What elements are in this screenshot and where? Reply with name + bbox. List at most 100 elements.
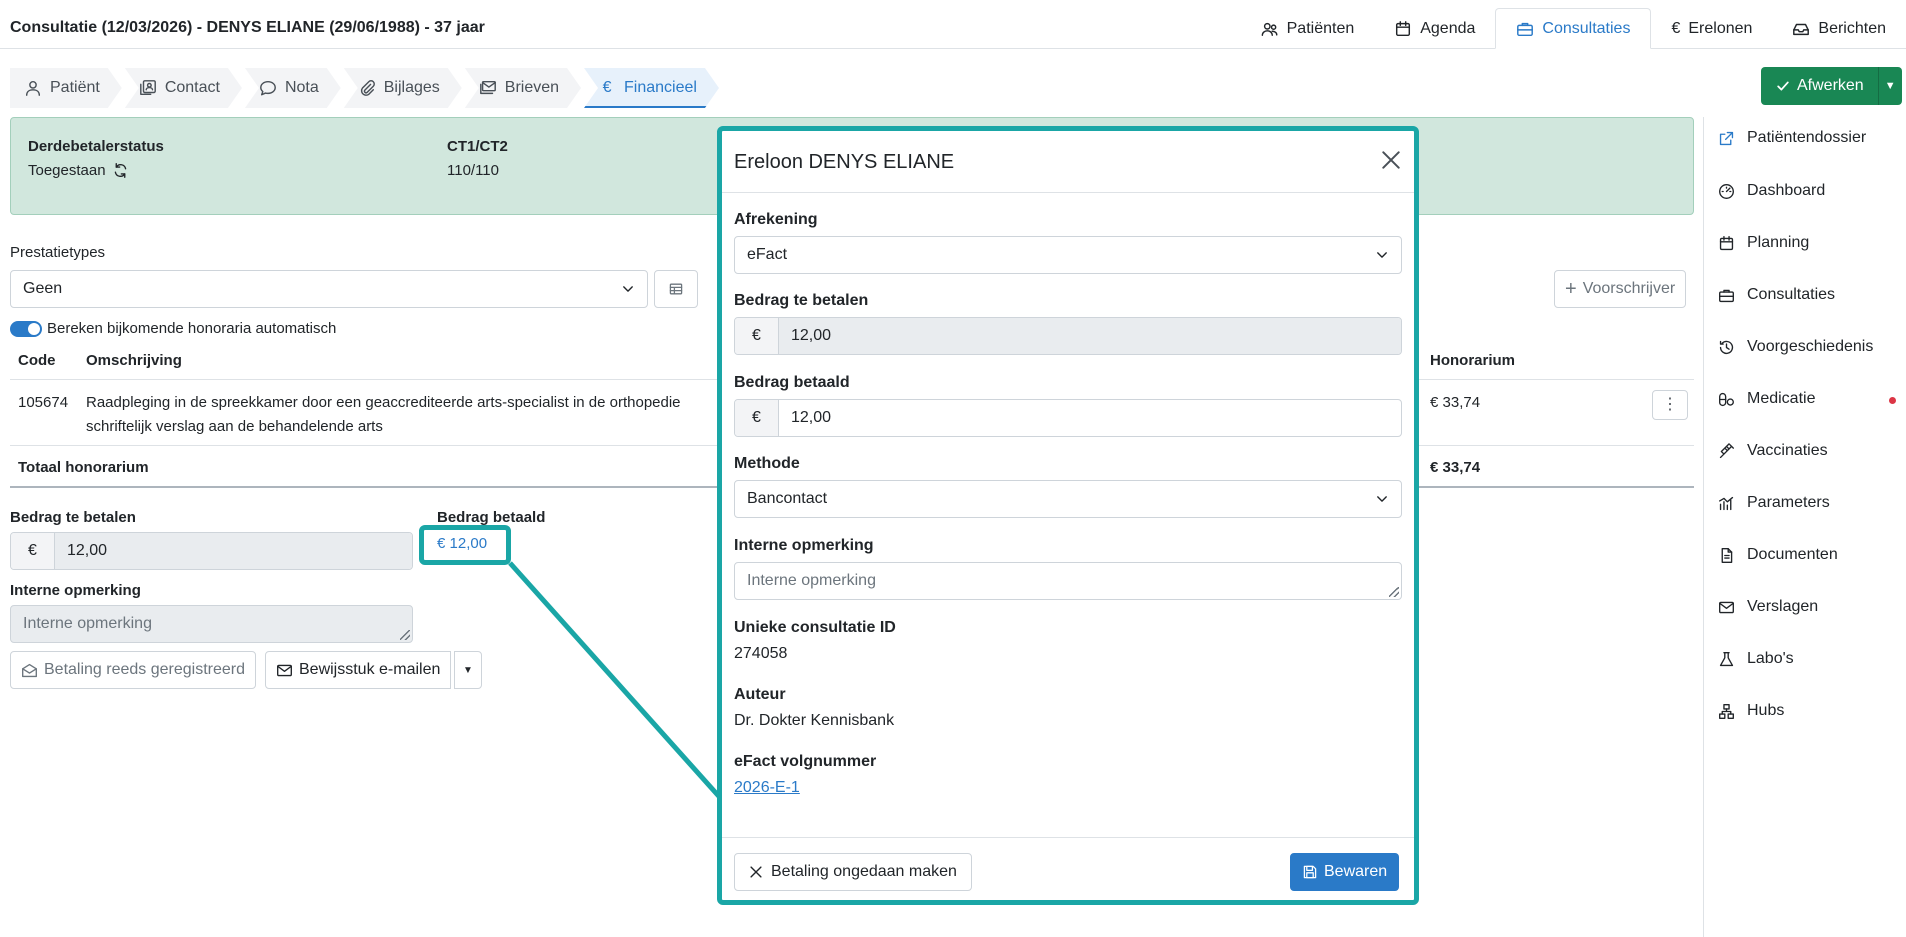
users-icon [1261,22,1278,36]
afwerken-label: Afwerken [1797,77,1864,94]
sidebar-item-dashboard[interactable]: Dashboard [1718,182,1825,200]
sidebar-item-label: Labo's [1747,650,1794,667]
sidebar-item-patientendossier[interactable]: Patiëntendossier [1718,129,1866,147]
sidebar-item-labos[interactable]: Labo's [1718,650,1794,668]
te-betalen-input[interactable]: € 12,00 [10,532,413,570]
prestatietypes-label: Prestatietypes [10,244,106,261]
caret-down-icon: ▼ [1884,80,1896,92]
caret-down-icon: ▼ [463,664,473,676]
page-title: Consultatie (12/03/2026) - DENYS ELIANE … [10,19,485,36]
close-icon[interactable] [1380,149,1402,171]
col-header-code: Code [18,352,56,369]
betaling-reeds-button[interactable]: Betaling reeds geregistreerd [10,651,257,689]
auto-honoraria-toggle[interactable] [10,321,42,337]
topnav-berichten[interactable]: Berichten [1772,8,1906,49]
calendar-icon [1719,235,1734,250]
tab-contact[interactable]: Contact [125,68,242,108]
efact-volgnummer-link[interactable]: 2026-E-1 [734,779,800,797]
total-label: Totaal honorarium [18,459,149,476]
row-actions-button[interactable]: ⋮ [1652,390,1688,420]
afwerken-dropdown-toggle[interactable]: ▼ [1877,67,1902,105]
sidebar-item-medicatie[interactable]: Medicatie [1718,390,1898,408]
sidebar-item-vaccinaties[interactable]: Vaccinaties [1718,442,1828,460]
briefcase-icon [1719,289,1734,302]
sidebar-item-label: Hubs [1747,702,1785,719]
modal-betaald-value: 12,00 [791,409,832,426]
row-omschrijving-line2: schriftelijk verslag aan de behandelende… [86,418,383,435]
modal-opmerking-label: Interne opmerking [734,537,874,554]
methode-value: Bancontact [747,490,828,507]
euro-icon: € [1671,19,1681,37]
modal-betaald-input[interactable]: € 12,00 [734,399,1402,437]
tab-brieven[interactable]: Brieven [465,68,581,108]
topnav-agenda[interactable]: Agenda [1374,8,1495,49]
ereloon-modal: Ereloon DENYS ELIANE Afrekening eFact Be… [717,126,1419,905]
save-icon [1303,865,1317,879]
prestatietypes-select[interactable]: Geen [10,270,648,308]
briefcase-icon [1517,22,1534,36]
modal-header: Ereloon DENYS ELIANE [722,131,1414,193]
refresh-icon[interactable] [112,162,129,179]
col-header-omschrijving: Omschrijving [86,352,182,369]
voorschrijver-label: Voorschrijver [1582,280,1676,297]
afrekening-value: eFact [747,246,788,263]
row-honorarium: € 33,74 [1430,394,1481,411]
sidebar-item-label: Patiëntendossier [1747,129,1867,146]
modal-opmerking-textarea[interactable]: Interne opmerking [734,562,1402,600]
topnav-erelonen[interactable]: € Erelonen [1651,8,1772,49]
sidebar-item-label: Verslagen [1747,598,1819,615]
ct-label: CT1/CT2 [447,138,508,155]
derdebetaler-value: Toegestaan [28,162,106,179]
auteur-label: Auteur [734,686,786,703]
opmerking-textarea[interactable]: Interne opmerking [10,605,413,643]
sidebar-item-consultaties[interactable]: Consultaties [1718,286,1835,304]
flask-icon [1719,651,1734,666]
kebab-icon: ⋮ [1662,396,1678,413]
pills-icon [1719,392,1734,406]
sidebar-item-label: Consultaties [1747,286,1836,303]
opmerking-placeholder: Interne opmerking [23,615,152,632]
betaling-ongedaan-label: Betaling ongedaan maken [771,863,957,880]
envelope-icon [1719,601,1734,613]
afwerken-split-button: Afwerken ▼ [1761,67,1902,105]
top-bar: Consultatie (12/03/2026) - DENYS ELIANE … [0,0,1906,49]
betaling-reeds-label: Betaling reeds geregistreerd [44,661,246,678]
bewijsstuk-dropdown-toggle[interactable]: ▼ [454,651,482,689]
betaald-label: Bedrag betaald [437,509,546,526]
te-betalen-value: 12,00 [55,533,412,569]
modal-te-betalen-input[interactable]: € 12,00 [734,317,1402,355]
euro-icon: € [602,79,612,96]
tab-financieel[interactable]: € Financieel [584,68,719,108]
methode-select[interactable]: Bancontact [734,480,1402,518]
history-icon [1719,340,1734,354]
bewaren-button[interactable]: Bewaren [1290,853,1400,891]
table-view-button[interactable] [654,270,698,308]
afwerken-button[interactable]: Afwerken [1761,67,1878,105]
sidebar-item-documenten[interactable]: Documenten [1718,546,1838,564]
voorschrijver-button[interactable]: + Voorschrijver [1554,270,1687,308]
hubs-icon [1719,703,1734,719]
te-betalen-label: Bedrag te betalen [10,509,136,526]
close-icon [750,866,762,878]
afrekening-select[interactable]: eFact [734,236,1402,274]
tab-patient[interactable]: Patiënt [10,68,122,108]
sidebar-item-parameters[interactable]: Parameters [1718,494,1830,512]
sidebar-item-label: Parameters [1747,494,1830,511]
sidebar-item-planning[interactable]: Planning [1718,234,1809,252]
afrekening-label: Afrekening [734,211,818,228]
topnav-consultaties[interactable]: Consultaties [1495,8,1652,49]
sidebar-item-verslagen[interactable]: Verslagen [1718,598,1818,616]
topnav-patienten[interactable]: Patiënten [1241,8,1375,49]
modal-te-betalen-value: 12,00 [779,318,1401,354]
chat-icon [259,79,277,97]
top-navigation: Patiënten Agenda Consultaties € Erelonen… [1241,8,1906,49]
sidebar-item-hubs[interactable]: Hubs [1718,702,1784,720]
sidebar-item-label: Voorgeschiedenis [1747,338,1874,355]
betaling-ongedaan-button[interactable]: Betaling ongedaan maken [734,853,972,891]
tab-nota[interactable]: Nota [245,68,341,108]
topnav-label: Erelonen [1688,19,1753,37]
sidebar-item-label: Dashboard [1747,182,1826,199]
tab-bijlages[interactable]: Bijlages [344,68,462,108]
bewijsstuk-emailen-button[interactable]: Bewijsstuk e-mailen [265,651,452,689]
sidebar-item-voorgeschiedenis[interactable]: Voorgeschiedenis [1718,338,1873,356]
